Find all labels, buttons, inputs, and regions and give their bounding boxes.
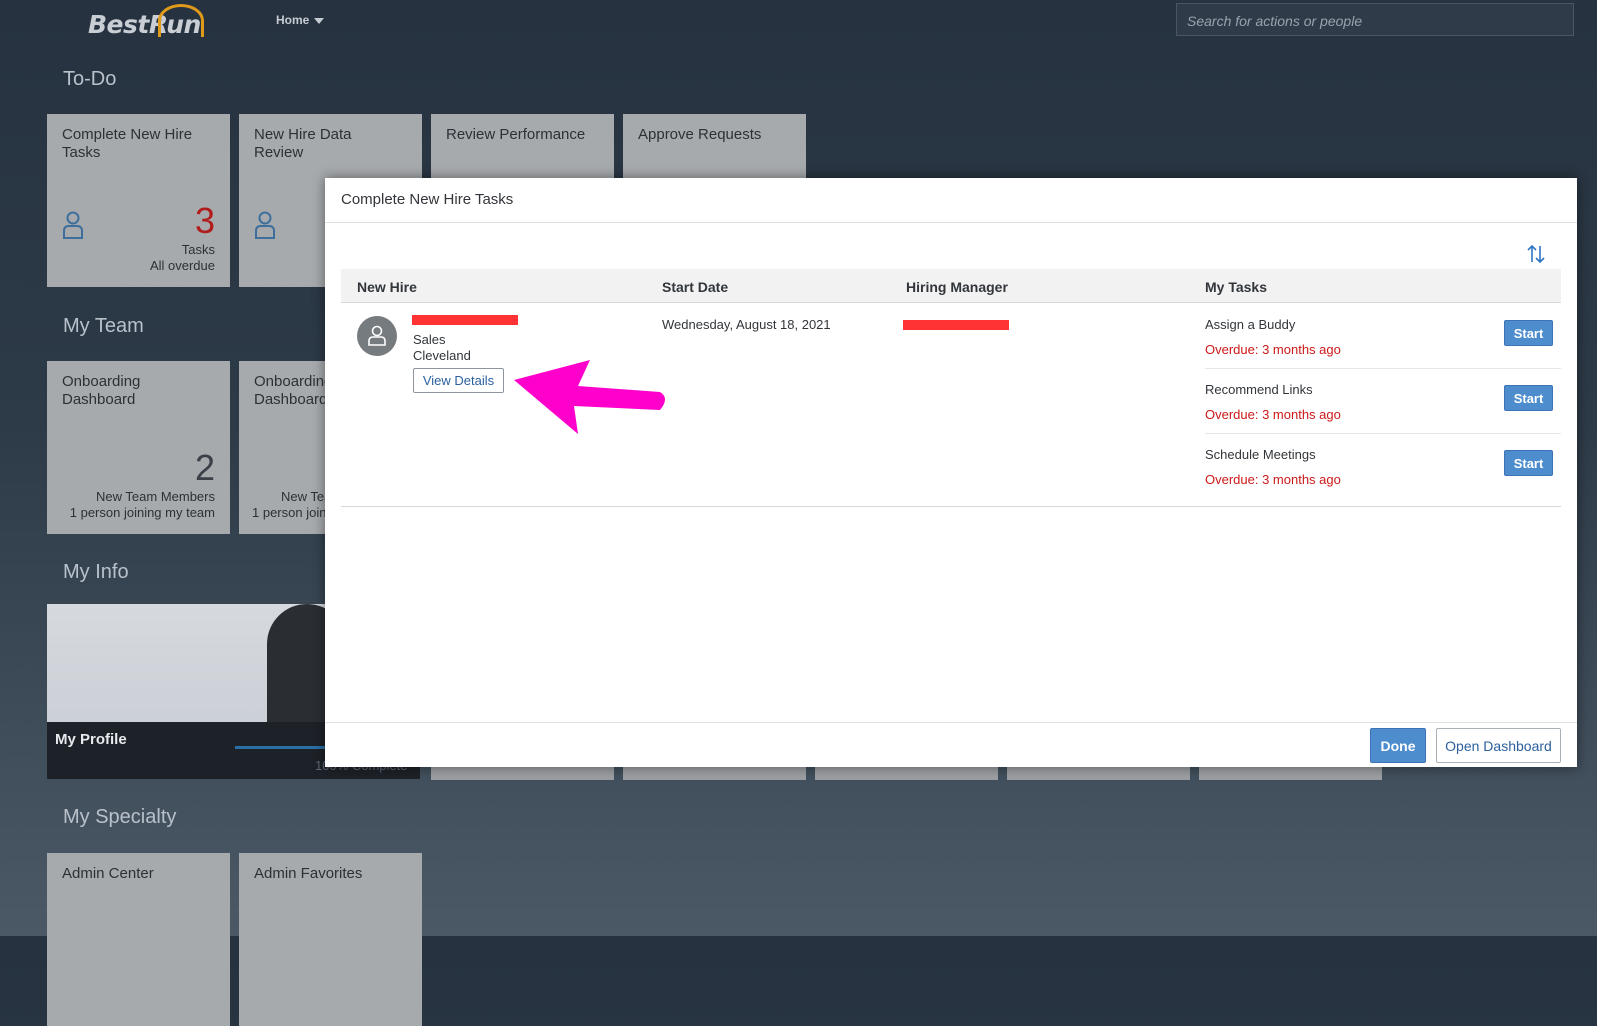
tile-info: All overdue bbox=[149, 258, 215, 273]
column-header-start-date: Start Date bbox=[662, 279, 729, 295]
callout-arrow-icon bbox=[514, 360, 665, 434]
tile-onboarding-dashboard[interactable]: Onboarding Dashboard 2 New Team Members … bbox=[47, 361, 230, 534]
start-button-recommend-links[interactable]: Start bbox=[1504, 385, 1553, 411]
home-menu-label: Home bbox=[276, 13, 310, 27]
task-divider bbox=[1205, 368, 1561, 369]
start-button-assign-buddy[interactable]: Start bbox=[1504, 320, 1553, 346]
done-button[interactable]: Done bbox=[1370, 728, 1426, 763]
section-title-my-team: My Team bbox=[63, 315, 144, 337]
redacted-new-hire-name bbox=[412, 315, 518, 325]
tile-unit: Tasks bbox=[181, 242, 215, 257]
search-input[interactable]: Search for actions or people bbox=[1176, 3, 1574, 36]
task-divider bbox=[1205, 433, 1561, 434]
column-header-hiring-manager: Hiring Manager bbox=[906, 279, 1008, 295]
start-date-value: Wednesday, August 18, 2021 bbox=[662, 317, 831, 332]
new-hire-department: Sales bbox=[413, 332, 446, 347]
tile-title: My Profile bbox=[55, 731, 127, 748]
tile-title: Review Performance bbox=[446, 126, 586, 143]
view-details-button[interactable]: View Details bbox=[413, 368, 504, 393]
tile-unit: New Team Members bbox=[96, 489, 215, 504]
cloud-logo-icon bbox=[158, 4, 204, 37]
dialog-footer: Done Open Dashboard bbox=[325, 722, 1577, 767]
tile-count: 3 bbox=[194, 200, 215, 241]
person-icon bbox=[255, 211, 275, 239]
row-divider bbox=[341, 506, 1561, 507]
tile-title: Approve Requests bbox=[638, 126, 762, 143]
new-hire-location: Cleveland bbox=[413, 348, 471, 363]
dialog-header: Complete New Hire Tasks bbox=[325, 178, 1577, 223]
person-icon bbox=[368, 325, 386, 346]
tile-info: 1 person joining my team bbox=[69, 505, 215, 520]
dialog-title: Complete New Hire Tasks bbox=[341, 191, 514, 208]
task-overdue-status: Overdue: 3 months ago bbox=[1205, 472, 1341, 487]
tile-title: Admin Favorites bbox=[254, 865, 363, 882]
tile-title: Admin Center bbox=[62, 865, 154, 882]
tile-complete-new-hire-tasks[interactable]: Complete New Hire Tasks 3 Tasks All over… bbox=[47, 114, 230, 287]
home-menu[interactable]: Home bbox=[276, 13, 325, 27]
tile-count: 2 bbox=[194, 447, 215, 488]
section-title-todo: To-Do bbox=[63, 68, 117, 90]
tile-admin-center[interactable]: Admin Center bbox=[47, 853, 230, 1026]
bestrun-logo[interactable]: BestRun bbox=[88, 4, 204, 39]
task-overdue-status: Overdue: 3 months ago bbox=[1205, 342, 1341, 357]
section-title-my-info: My Info bbox=[63, 561, 129, 583]
tile-title: New Hire Data Review bbox=[254, 126, 352, 161]
task-overdue-status: Overdue: 3 months ago bbox=[1205, 407, 1341, 422]
redacted-hiring-manager bbox=[903, 320, 1009, 330]
column-header-new-hire: New Hire bbox=[357, 279, 417, 295]
tile-title: Onboarding Dashboard bbox=[62, 373, 141, 408]
table-header: New Hire Start Date Hiring Manager My Ta… bbox=[341, 269, 1561, 303]
task-name: Schedule Meetings bbox=[1205, 447, 1316, 462]
start-button-schedule-meetings[interactable]: Start bbox=[1504, 450, 1553, 476]
sort-icon[interactable] bbox=[1525, 243, 1547, 265]
tile-admin-favorites[interactable]: Admin Favorites bbox=[239, 853, 422, 1026]
task-name: Assign a Buddy bbox=[1205, 317, 1296, 332]
section-title-my-specialty: My Specialty bbox=[63, 806, 177, 828]
open-dashboard-button[interactable]: Open Dashboard bbox=[1436, 728, 1561, 763]
person-icon bbox=[63, 211, 83, 239]
tile-title: Complete New Hire Tasks bbox=[62, 126, 193, 161]
complete-new-hire-tasks-dialog: Complete New Hire Tasks New Hire Start D… bbox=[325, 178, 1577, 767]
avatar bbox=[357, 316, 397, 356]
column-header-my-tasks: My Tasks bbox=[1205, 279, 1267, 295]
task-name: Recommend Links bbox=[1205, 382, 1313, 397]
chevron-down-icon bbox=[314, 17, 325, 24]
